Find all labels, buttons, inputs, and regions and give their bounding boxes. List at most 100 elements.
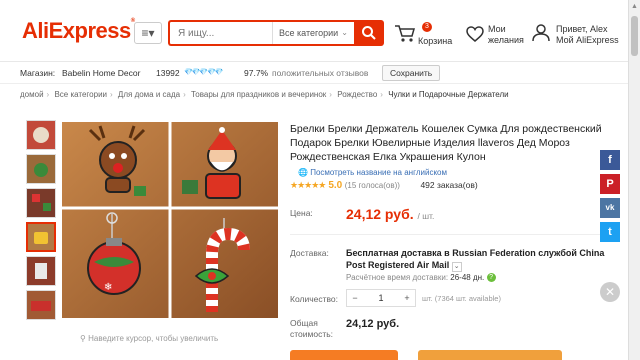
product-photo-keychains: ❄ [62, 122, 278, 318]
quantity-decrease-button[interactable]: − [347, 290, 363, 306]
thumbnail-strip [26, 120, 56, 324]
eta-label: Расчётное время доставки: [346, 273, 449, 282]
breadcrumb-current: Чулки и Подарочные Держатели [388, 90, 509, 99]
buy-now-button[interactable] [290, 350, 398, 360]
thumbnail-image[interactable] [26, 188, 56, 218]
pinterest-icon[interactable]: P [600, 174, 620, 194]
breadcrumb-separator: › [329, 90, 332, 99]
user-icon [532, 24, 550, 42]
rating-row: ★★★★★ 5.0 (15 голоса(ов)) 492 заказа(ов) [290, 180, 478, 191]
zoom-hint-text: Наведите курсор, чтобы увеличить [88, 334, 219, 343]
price-amount: 24,12 руб. [346, 206, 414, 222]
cart-count-badge: 3 [422, 22, 432, 32]
breadcrumb-separator: › [46, 90, 50, 99]
total-label-line1: Общая [290, 318, 318, 328]
search-button[interactable] [354, 20, 384, 46]
total-label-line2: стоимость: [290, 329, 334, 339]
magnifier-icon: ⚲ [80, 334, 86, 343]
svg-text:❄: ❄ [104, 282, 112, 293]
aliexpress-logo[interactable]: AliExpress® [22, 18, 135, 44]
quantity-input[interactable]: 1 [363, 290, 399, 306]
quantity-increase-button[interactable]: + [399, 290, 415, 306]
store-name-link[interactable]: Babelin Home Decor [62, 62, 140, 84]
shipping-method-select[interactable]: Бесплатная доставка в Russian Federation… [346, 247, 608, 272]
search-input[interactable] [170, 22, 260, 44]
breadcrumb-item[interactable]: Для дома и сада [118, 90, 180, 99]
shipping-method-text: Бесплатная доставка в Russian Federation… [346, 248, 605, 270]
account-link[interactable]: Привет, Alex Мой AliExpress [532, 22, 624, 52]
price-label: Цена: [290, 208, 313, 218]
site-header: AliExpress® ≡▾ Все категории⌄ 3 Корзина … [0, 0, 628, 62]
facebook-icon[interactable]: f [600, 150, 620, 170]
my-aliexpress-label: Мой AliExpress [556, 35, 619, 45]
breadcrumb-separator: › [183, 90, 186, 99]
scrollbar-thumb[interactable] [631, 16, 638, 56]
translate-title-link[interactable]: 🌐 Посмотреть название на английском [298, 168, 447, 177]
product-main-image[interactable]: ❄ [62, 122, 278, 318]
user-greeting: Привет, Alex [556, 24, 608, 34]
total-label: Общая стоимость: [290, 318, 333, 340]
product-page: AliExpress® ≡▾ Все категории⌄ 3 Корзина … [0, 0, 640, 360]
chevron-down-icon: ⌄ [451, 262, 462, 272]
quantity-stepper: − 1 + [346, 289, 416, 307]
thumbnail-image[interactable] [26, 290, 56, 320]
store-rank-diamonds-icon: 💎💎💎💎💎 [184, 69, 224, 76]
category-select[interactable]: Все категории ⌄ [272, 22, 354, 44]
store-score: 13992 [156, 68, 180, 78]
chevron-down-icon: ⌄ [341, 28, 348, 37]
twitter-icon[interactable]: t [600, 222, 620, 242]
quantity-label: Количество: [290, 294, 339, 304]
breadcrumb-separator: › [380, 90, 383, 99]
rating-stars-icon: ★★★★★ [290, 180, 326, 190]
eta-value: 26-48 дн. [450, 273, 485, 282]
cart-link[interactable]: 3 Корзина [394, 20, 464, 50]
logo-text: AliExpress [22, 18, 131, 43]
cart-label: Корзина [418, 36, 453, 46]
breadcrumb-separator: › [110, 90, 113, 99]
thumbnail-image-selected[interactable] [26, 222, 56, 252]
globe-icon: 🌐 [298, 168, 308, 177]
breadcrumb-item[interactable]: Товары для праздников и вечеринок [191, 90, 326, 99]
close-icon[interactable]: ✕ [600, 282, 620, 302]
store-label: Магазин: [20, 68, 56, 78]
category-menu-button[interactable]: ≡▾ [134, 22, 162, 44]
vk-icon[interactable]: vk [600, 198, 620, 218]
wishlist-label-line1: Мои [488, 24, 506, 34]
product-title: Брелки Брелки Держатель Кошелек Сумка Дл… [290, 123, 602, 163]
add-to-cart-button[interactable] [418, 350, 562, 360]
heart-icon [466, 26, 484, 42]
breadcrumb: домой › Все категории › Для дома и сада › Т… [20, 90, 509, 99]
breadcrumb-item[interactable]: Рождество [337, 90, 377, 99]
orders-count: 492 заказа(ов) [420, 180, 478, 190]
help-icon[interactable]: ? [486, 273, 496, 283]
page-scrollbar[interactable]: ▲ [628, 0, 640, 360]
save-store-button[interactable]: Сохранить [382, 65, 441, 81]
share-bar: f P vk t [600, 150, 622, 246]
wishlist-link[interactable]: Мои желания [466, 22, 532, 52]
total-price: 24,12 руб. [346, 318, 400, 330]
breadcrumb-item[interactable]: домой [20, 90, 44, 99]
search-icon [362, 26, 376, 40]
shipping-label: Доставка: [290, 248, 329, 258]
price-unit: / шт. [417, 211, 435, 221]
zoom-hint: ⚲ Наведите курсор, чтобы увеличить [80, 334, 218, 343]
store-positive-percent: 97.7% [244, 68, 269, 78]
store-positive-label: положительных отзывов [272, 68, 369, 78]
thumbnail-image[interactable] [26, 120, 56, 150]
store-bar: Магазин: Babelin Home Decor 13992 💎💎💎💎💎 … [0, 62, 628, 84]
scroll-up-icon[interactable]: ▲ [631, 3, 638, 10]
stock-availability: шт. (7364 шт. available) [422, 294, 501, 303]
thumbnail-image[interactable] [26, 154, 56, 184]
search-box: Все категории⌄ [168, 20, 354, 46]
price-value: 24,12 руб. / шт. [346, 206, 434, 222]
breadcrumb-item[interactable]: Все категории [54, 90, 107, 99]
rating-score: 5.0 [328, 180, 343, 191]
translate-link-text: Посмотреть название на английском [310, 168, 447, 177]
wishlist-label-line2: желания [488, 35, 524, 45]
category-select-label: Все категории [279, 28, 339, 38]
section-divider [290, 234, 606, 235]
thumbnail-image[interactable] [26, 256, 56, 286]
delivery-estimate: Расчётное время доставки: 26-48 дн. ? [346, 273, 496, 283]
cart-icon [395, 25, 415, 42]
rating-votes-link[interactable]: (15 голоса(ов)) [345, 181, 400, 190]
